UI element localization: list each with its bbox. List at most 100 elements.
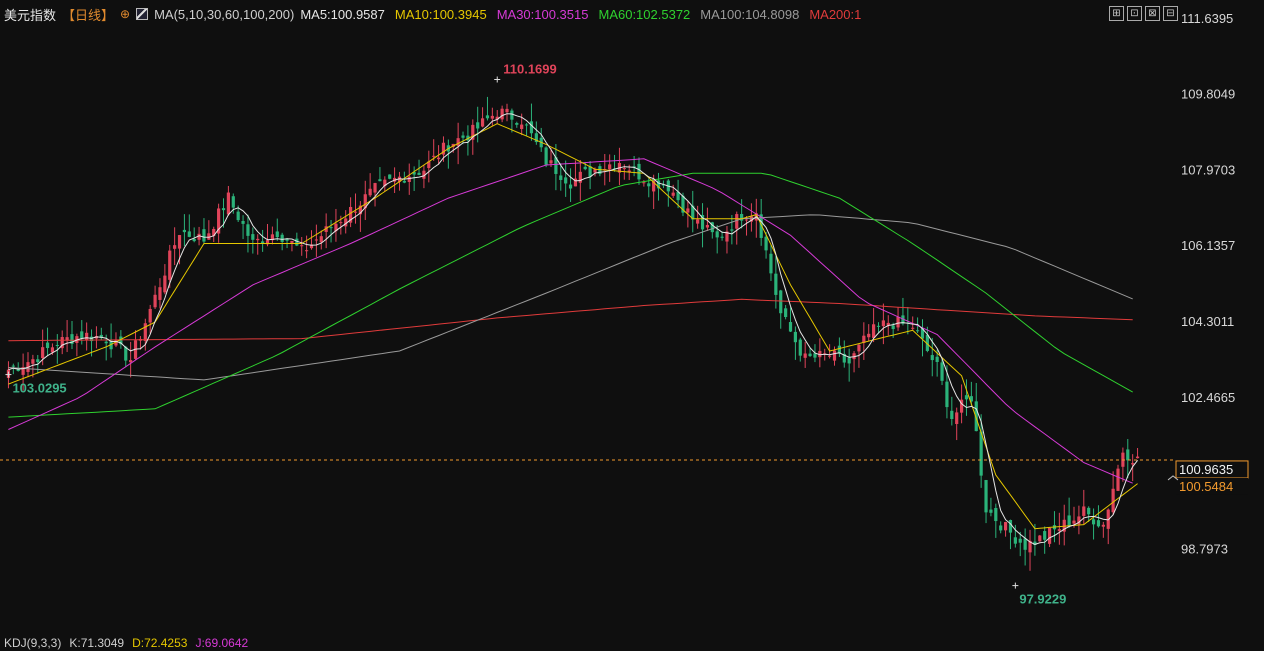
candle-body	[1057, 529, 1061, 531]
candle-body	[31, 359, 35, 364]
candle-body	[368, 188, 372, 196]
candle-body	[1013, 537, 1017, 544]
candle-body	[823, 353, 827, 355]
annotation-label-2: 97.9229	[1019, 592, 1066, 607]
ma-value-2: MA30:100.3515	[496, 6, 589, 22]
secondary-price-box	[1176, 477, 1248, 495]
candle-body	[305, 250, 309, 252]
candle-body	[583, 166, 587, 170]
kdj-j-value: J:69.0642	[195, 636, 249, 650]
candle-body	[813, 353, 817, 358]
candle-body	[202, 229, 206, 242]
candle-body	[700, 214, 705, 230]
candle-body	[837, 345, 841, 354]
candle-body	[275, 231, 279, 238]
candle-body	[129, 360, 133, 363]
bar-style-icon[interactable]: ⊡	[1127, 6, 1142, 21]
line-style-icon[interactable]: ⊟	[1163, 6, 1178, 21]
candle-body	[979, 431, 983, 476]
candle-body	[862, 335, 866, 343]
candle-body	[339, 222, 343, 224]
candle-body	[749, 216, 754, 222]
candle-body	[373, 183, 377, 193]
kdj-k-value: K:71.3049	[69, 636, 125, 650]
candle-body	[994, 508, 998, 522]
period-selector[interactable]: 【日线】	[62, 5, 114, 24]
ma-params-label[interactable]: MA(5,10,30,60,100,200)	[154, 7, 294, 22]
candle-style-icon[interactable]: ⊠	[1145, 6, 1160, 21]
candle-body	[632, 166, 636, 168]
kdj-label[interactable]: KDJ(9,3,3)	[4, 636, 61, 650]
candle-body	[168, 250, 172, 280]
candle-body	[221, 208, 226, 211]
y-tick-label-2: 107.9703	[1181, 162, 1235, 177]
candle-body	[886, 322, 890, 326]
candle-body	[867, 333, 871, 338]
crosshair-icon[interactable]: ⊞	[1109, 6, 1124, 21]
candle-body	[920, 328, 925, 339]
candle-body	[319, 236, 323, 243]
y-tick-label-4: 104.3011	[1181, 314, 1234, 329]
candle-body	[309, 244, 314, 249]
candle-body	[534, 133, 538, 143]
candle-body	[417, 172, 421, 175]
candle-body	[1038, 535, 1042, 542]
candle-body	[588, 166, 592, 177]
candle-body	[89, 336, 94, 342]
candle-body	[578, 171, 582, 183]
candle-body	[808, 353, 812, 357]
candle-body	[133, 340, 138, 359]
kdj-indicator-bar: KDJ(9,3,3) K:71.3049 D:72.4253 J:69.0642	[4, 636, 248, 650]
candle-body	[485, 115, 490, 119]
candle-body	[1111, 488, 1115, 513]
candle-body	[676, 191, 680, 201]
candle-body	[436, 157, 441, 160]
candle-body	[109, 340, 113, 350]
candle-body	[392, 177, 397, 182]
candle-body	[324, 226, 328, 232]
candle-body	[642, 182, 646, 184]
candle-body	[784, 308, 788, 318]
candle-body	[11, 365, 15, 367]
candle-body	[544, 147, 548, 165]
y-tick-label-1: 109.8049	[1181, 87, 1235, 102]
candle-body	[779, 290, 783, 314]
candle-body	[422, 170, 426, 179]
candle-body	[964, 395, 969, 400]
y-tick-label-5: 102.4665	[1181, 390, 1235, 405]
indicator-toggle-icon[interactable]	[136, 8, 149, 20]
candle-body	[593, 169, 597, 173]
ma100-line	[8, 214, 1133, 381]
candle-body	[446, 145, 450, 152]
candle-body	[99, 334, 103, 338]
candle-body	[246, 224, 250, 236]
candle-body	[75, 336, 79, 344]
candle-body	[256, 238, 260, 241]
candle-body	[798, 339, 802, 356]
add-indicator-icon[interactable]: ⊕	[120, 7, 130, 21]
candle-body	[1023, 538, 1027, 550]
candle-body	[427, 161, 431, 169]
candle-body	[1121, 452, 1125, 467]
candle-body	[568, 184, 573, 189]
candle-body	[241, 220, 245, 224]
symbol-title[interactable]: 美元指数	[4, 5, 56, 24]
ma200-line	[8, 298, 1133, 342]
ma-value-4: MA100:104.8098	[700, 6, 800, 22]
candle-body	[520, 124, 524, 129]
candle-body	[344, 218, 348, 227]
candle-body	[26, 362, 30, 372]
candle-body	[554, 157, 558, 174]
candle-body	[495, 116, 499, 120]
candle-body	[412, 172, 416, 175]
candle-body	[1072, 520, 1076, 524]
candle-body	[872, 324, 876, 338]
y-tick-label-0: 111.6395	[1181, 11, 1233, 26]
candle-body	[285, 239, 289, 241]
candle-body	[828, 355, 832, 357]
price-plot: 111.6395 109.8049 107.9703 106.1357 104.3011…	[0, 11, 1249, 607]
candle-body	[764, 236, 768, 251]
candle-body	[627, 170, 631, 173]
candle-body	[559, 175, 563, 180]
candle-body	[637, 163, 641, 180]
